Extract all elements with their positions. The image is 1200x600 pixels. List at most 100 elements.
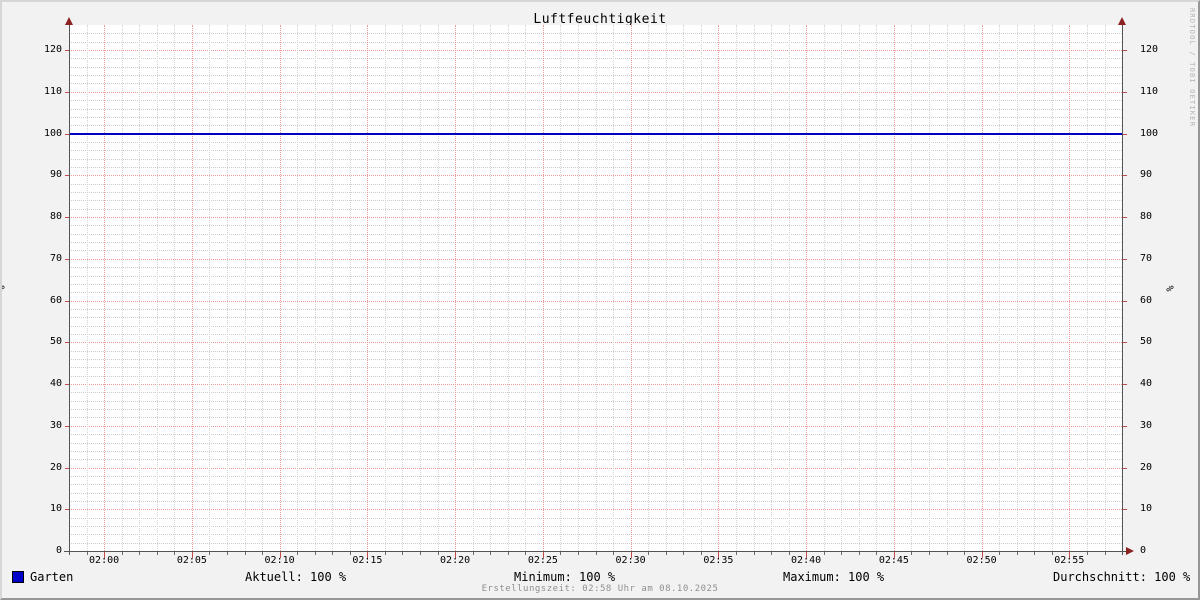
minor-h-gridline [69,66,1122,68]
minor-h-gridline [69,500,1122,502]
y-major-tick-left [65,133,69,135]
y-tick-label-right: 100 [1140,127,1159,139]
y-axis-arrow-left-icon [65,17,73,25]
x-minor-tick [595,552,597,555]
minor-h-gridline [69,409,1122,411]
y-major-tick-right [1123,50,1127,51]
minor-h-gridline [69,166,1122,168]
y-axis-left [69,21,70,555]
legend-stat: Minimum: 100 % [514,570,616,584]
minor-v-gridline [1104,25,1106,551]
x-minor-tick [402,552,404,555]
minor-v-gridline [314,25,316,551]
legend: Garten Aktuell: 100 % Minimum: 100 % Maxim… [2,570,1198,584]
minor-v-gridline [472,25,474,551]
minor-v-gridline [1086,25,1088,551]
minor-h-gridline [69,41,1122,43]
x-minor-tick [121,552,123,555]
x-minor-tick [683,552,685,555]
series-line-garten [69,132,1122,135]
major-v-gridline [455,25,457,551]
y-major-tick-right [1123,509,1127,511]
minor-h-gridline [69,192,1122,193]
minor-v-gridline [613,25,615,551]
minor-h-gridline [69,75,1122,77]
y-tick-label-right: 0 [1140,545,1147,556]
y-major-tick-right [1123,217,1127,218]
minor-h-gridline [69,325,1122,327]
minor-h-gridline [69,33,1122,35]
y-tick-label-left: 60 [49,294,62,306]
minor-h-gridline [69,400,1122,402]
rrdtool-graph: Luftfeuchtigkeit RRDTOOL / TOBI OETIKER … [0,0,1200,600]
major-h-gridline [69,425,1122,427]
x-minor-tick [578,552,579,555]
x-minor-tick [858,552,860,555]
minor-h-gridline [69,242,1122,244]
creation-time: Erstellungszeit: 02:58 Uhr am 08.10.2025 [481,584,719,594]
y-major-tick-left [65,258,69,260]
y-tick-label-left: 110 [43,85,62,97]
y-major-tick-left [65,342,69,344]
y-axis-right [1122,21,1123,555]
minor-v-gridline [771,25,772,551]
y-axis-unit-right: % [1165,285,1177,292]
minor-v-gridline [227,25,228,551]
x-minor-tick [209,552,211,555]
minor-h-gridline [69,442,1122,444]
major-v-gridline [630,25,632,551]
y-tick-label-right: 50 [1140,336,1153,348]
x-minor-tick [1104,552,1106,555]
y-tick-label-right: 10 [1140,503,1153,515]
major-h-gridline [69,258,1122,260]
minor-v-gridline [297,25,299,551]
x-tick-label: 02:55 [1054,555,1085,566]
y-major-tick-right [1123,91,1127,93]
major-v-gridline [806,25,808,551]
y-tick-label-right: 110 [1140,85,1159,97]
minor-h-gridline [69,225,1122,227]
legend-stat: Maximum: 100 % [783,570,885,584]
x-tick-label: 02:20 [440,555,471,566]
y-major-tick-left [65,467,69,469]
minor-h-gridline [69,350,1122,352]
major-v-gridline [893,25,895,551]
y-major-tick-left [65,384,69,385]
x-tick-label: 02:40 [791,555,822,566]
minor-h-gridline [69,267,1122,269]
minor-v-gridline [349,25,351,551]
y-tick-label-right: 30 [1140,419,1153,431]
legend-swatch [12,571,24,583]
x-minor-tick [999,552,1001,555]
x-minor-tick [665,552,667,555]
x-minor-tick [1086,552,1088,555]
minor-h-gridline [69,333,1122,335]
y-tick-label-right: 80 [1140,211,1153,222]
x-minor-tick [735,552,737,555]
minor-v-gridline [858,25,860,551]
x-tick-label: 02:35 [703,555,734,566]
y-tick-label-left: 0 [55,545,62,556]
y-tick-label-left: 50 [49,336,62,348]
minor-v-gridline [156,25,158,551]
minor-h-gridline [69,250,1122,252]
minor-h-gridline [69,450,1122,452]
minor-h-gridline [69,392,1122,394]
minor-v-gridline [1051,25,1053,551]
y-major-tick-right [1123,175,1127,177]
y-major-tick-left [65,300,69,302]
major-v-gridline [718,25,720,551]
minor-h-gridline [69,141,1122,143]
x-minor-tick [507,552,509,555]
x-tick-label: 02:45 [878,555,909,566]
minor-h-gridline [69,367,1122,369]
minor-v-gridline [560,25,562,551]
y-tick-label-left: 70 [49,252,62,264]
minor-h-gridline [69,200,1122,202]
major-h-gridline [69,175,1122,177]
x-tick-label: 02:00 [89,555,120,566]
y-tick-label-left: 30 [49,419,62,431]
y-tick-label-right: 70 [1140,252,1153,264]
minor-h-gridline [69,417,1122,419]
minor-h-gridline [69,484,1122,486]
